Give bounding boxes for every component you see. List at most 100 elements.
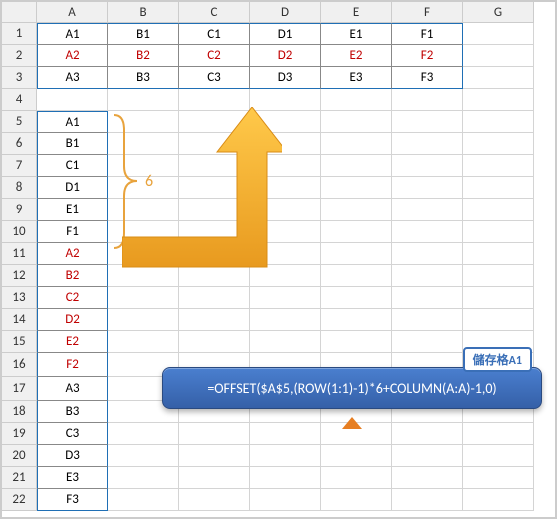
col-header-D[interactable]: D: [250, 2, 321, 23]
cell-F20[interactable]: [392, 445, 463, 467]
cell-E12[interactable]: [321, 265, 392, 287]
cell-A11[interactable]: A2: [37, 243, 108, 265]
row-header-4[interactable]: 4: [2, 89, 37, 111]
cell-C4[interactable]: [179, 89, 250, 111]
cell-G11[interactable]: [463, 243, 534, 265]
cell-C5[interactable]: [179, 111, 250, 133]
row-header-15[interactable]: 15: [2, 331, 37, 353]
cell-G7[interactable]: [463, 155, 534, 177]
cell-F13[interactable]: [392, 287, 463, 309]
cell-A7[interactable]: C1: [37, 155, 108, 177]
cell-F15[interactable]: [392, 331, 463, 353]
row-header-3[interactable]: 3: [2, 67, 37, 89]
col-header-G[interactable]: G: [463, 2, 534, 23]
col-header-A[interactable]: A: [37, 2, 108, 23]
cell-G10[interactable]: [463, 221, 534, 243]
cell-F8[interactable]: [392, 177, 463, 199]
cell-E21[interactable]: [321, 467, 392, 489]
row-header-8[interactable]: 8: [2, 177, 37, 199]
cell-C13[interactable]: [179, 287, 250, 309]
cell-G20[interactable]: [463, 445, 534, 467]
cell-B9[interactable]: [108, 199, 179, 221]
row-header-9[interactable]: 9: [2, 199, 37, 221]
row-header-20[interactable]: 20: [2, 445, 37, 467]
cell-A12[interactable]: B2: [37, 265, 108, 287]
cell-G3[interactable]: [463, 67, 534, 89]
cell-C3[interactable]: C3: [179, 67, 250, 89]
cell-C22[interactable]: [179, 489, 250, 511]
row-header-12[interactable]: 12: [2, 265, 37, 287]
cell-G22[interactable]: [463, 489, 534, 511]
row-header-16[interactable]: 16: [2, 353, 37, 377]
cell-C14[interactable]: [179, 309, 250, 331]
cell-C12[interactable]: [179, 265, 250, 287]
cell-A8[interactable]: D1: [37, 177, 108, 199]
cell-C1[interactable]: C1: [179, 23, 250, 45]
cell-E1[interactable]: E1: [321, 23, 392, 45]
row-header-5[interactable]: 5: [2, 111, 37, 133]
cell-C9[interactable]: [179, 199, 250, 221]
cell-D15[interactable]: [250, 331, 321, 353]
cell-E20[interactable]: [321, 445, 392, 467]
row-header-17[interactable]: 17: [2, 377, 37, 401]
cell-G1[interactable]: [463, 23, 534, 45]
cell-B21[interactable]: [108, 467, 179, 489]
cell-E9[interactable]: [321, 199, 392, 221]
cell-B6[interactable]: [108, 133, 179, 155]
cell-A9[interactable]: E1: [37, 199, 108, 221]
col-header-F[interactable]: F: [392, 2, 463, 23]
cell-F21[interactable]: [392, 467, 463, 489]
cell-B7[interactable]: [108, 155, 179, 177]
row-header-21[interactable]: 21: [2, 467, 37, 489]
cell-C2[interactable]: C2: [179, 45, 250, 67]
row-header-19[interactable]: 19: [2, 423, 37, 445]
cell-C7[interactable]: [179, 155, 250, 177]
cell-G4[interactable]: [463, 89, 534, 111]
cell-C10[interactable]: [179, 221, 250, 243]
cell-D21[interactable]: [250, 467, 321, 489]
cell-B3[interactable]: B3: [108, 67, 179, 89]
cell-E6[interactable]: [321, 133, 392, 155]
cell-F3[interactable]: F3: [392, 67, 463, 89]
cell-E22[interactable]: [321, 489, 392, 511]
cell-G2[interactable]: [463, 45, 534, 67]
cell-G9[interactable]: [463, 199, 534, 221]
cell-E14[interactable]: [321, 309, 392, 331]
cell-A5[interactable]: A1: [37, 111, 108, 133]
cell-B13[interactable]: [108, 287, 179, 309]
col-header-E[interactable]: E: [321, 2, 392, 23]
cell-E11[interactable]: [321, 243, 392, 265]
cell-D12[interactable]: [250, 265, 321, 287]
cell-C20[interactable]: [179, 445, 250, 467]
cell-G13[interactable]: [463, 287, 534, 309]
cell-G8[interactable]: [463, 177, 534, 199]
cell-F4[interactable]: [392, 89, 463, 111]
cell-D11[interactable]: [250, 243, 321, 265]
cell-A10[interactable]: F1: [37, 221, 108, 243]
cell-C15[interactable]: [179, 331, 250, 353]
cell-A22[interactable]: F3: [37, 489, 108, 511]
cell-A14[interactable]: D2: [37, 309, 108, 331]
cell-C8[interactable]: [179, 177, 250, 199]
col-header-B[interactable]: B: [108, 2, 179, 23]
cell-F2[interactable]: F2: [392, 45, 463, 67]
cell-F9[interactable]: [392, 199, 463, 221]
cell-G14[interactable]: [463, 309, 534, 331]
cell-D9[interactable]: [250, 199, 321, 221]
cell-B12[interactable]: [108, 265, 179, 287]
row-header-6[interactable]: 6: [2, 133, 37, 155]
cell-D10[interactable]: [250, 221, 321, 243]
cell-D2[interactable]: D2: [250, 45, 321, 67]
select-all-corner[interactable]: [2, 2, 37, 23]
cell-B10[interactable]: [108, 221, 179, 243]
cell-D4[interactable]: [250, 89, 321, 111]
row-header-2[interactable]: 2: [2, 45, 37, 67]
cell-A19[interactable]: C3: [37, 423, 108, 445]
row-header-18[interactable]: 18: [2, 401, 37, 423]
cell-F11[interactable]: [392, 243, 463, 265]
cell-F5[interactable]: [392, 111, 463, 133]
row-header-7[interactable]: 7: [2, 155, 37, 177]
cell-A21[interactable]: E3: [37, 467, 108, 489]
cell-B1[interactable]: B1: [108, 23, 179, 45]
cell-G5[interactable]: [463, 111, 534, 133]
